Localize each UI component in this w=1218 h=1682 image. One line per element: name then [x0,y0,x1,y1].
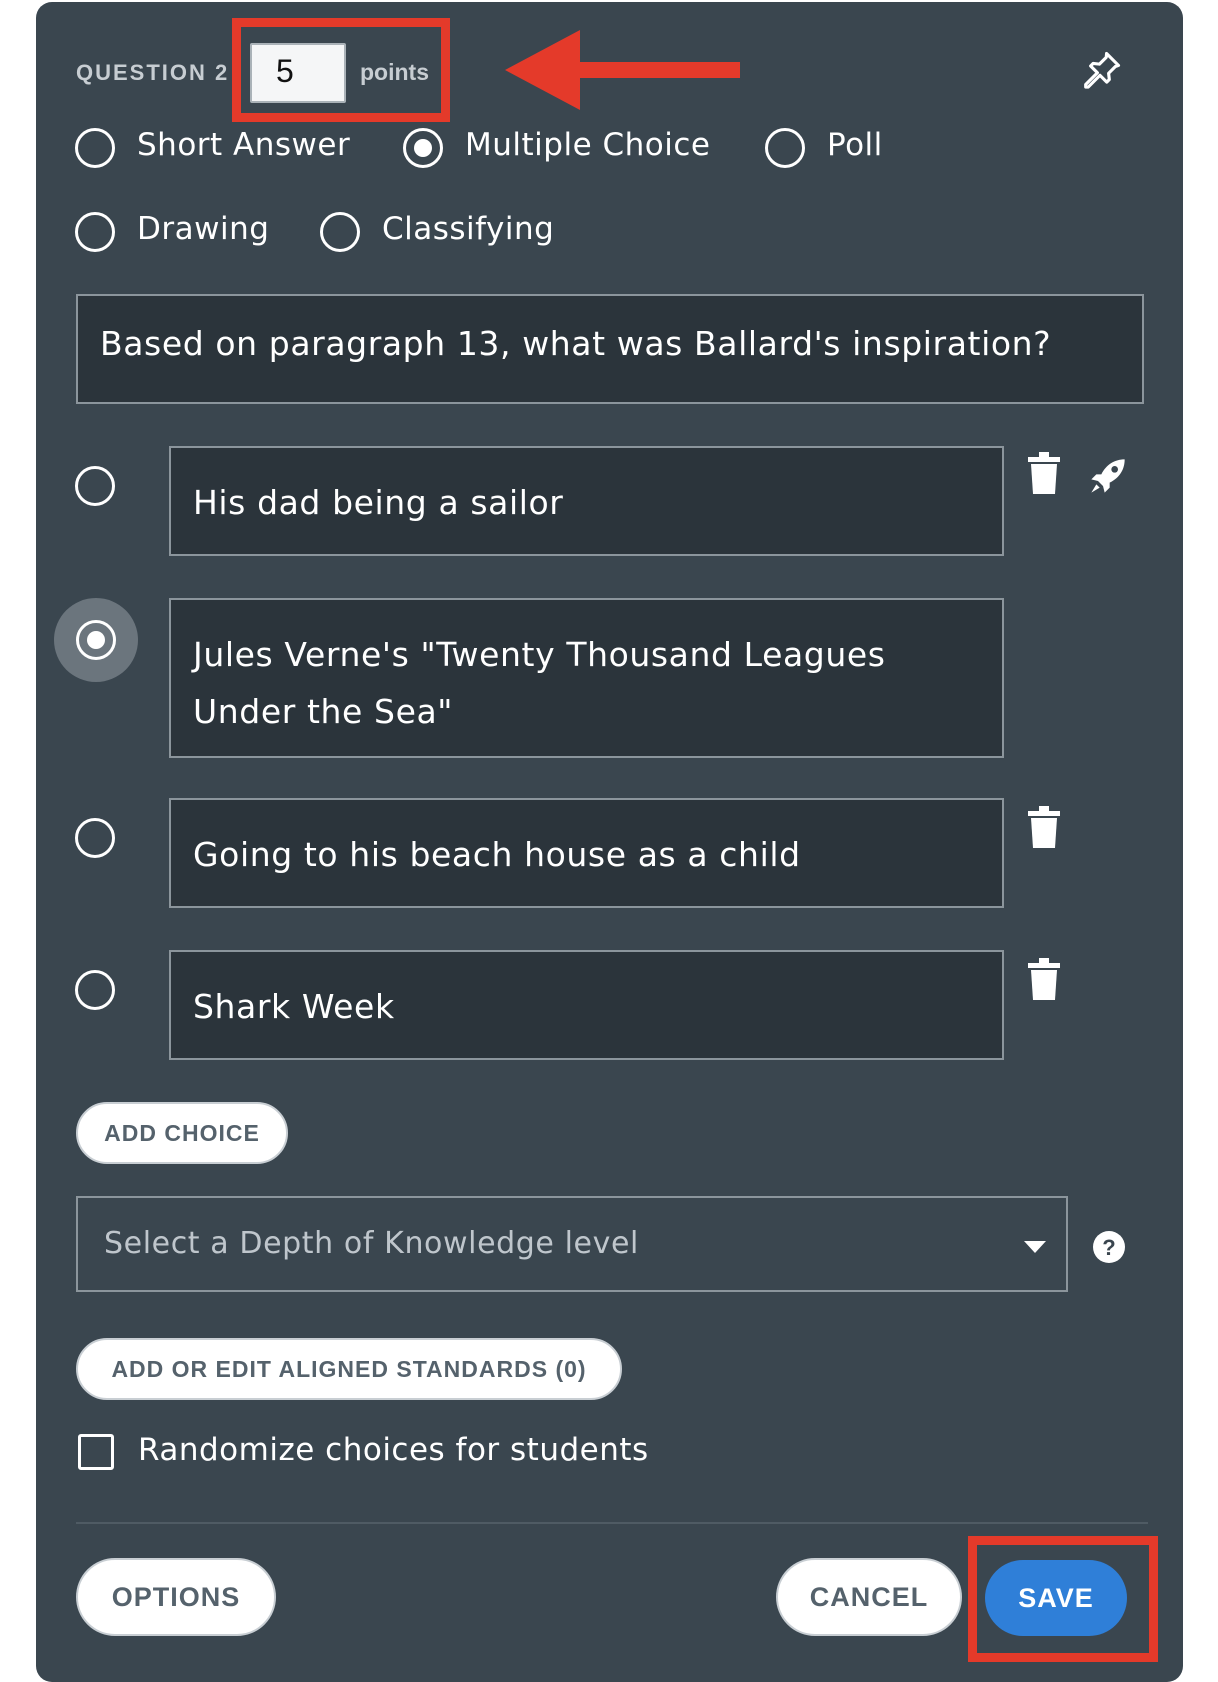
question-circle-icon[interactable]: ? [1092,1230,1126,1268]
footer-divider [76,1522,1148,1524]
choice-field[interactable]: His dad being a sailor [169,446,1004,556]
choice-field[interactable]: Going to his beach house as a child [169,798,1004,908]
type-label: Classifying [382,211,555,247]
options-button[interactable]: OPTIONS [76,1558,276,1636]
randomize-label: Randomize choices for students [138,1432,649,1468]
choice-field[interactable]: Jules Verne's "Twenty Thousand Leagues U… [169,598,1004,758]
type-radio-selected[interactable] [403,128,443,168]
choice-correct-radio[interactable] [75,818,115,858]
question-label: QUESTION 2 [76,60,230,85]
type-label: Drawing [137,211,270,247]
choice-field[interactable]: Shark Week [169,950,1004,1060]
trash-icon[interactable] [1027,958,1061,1004]
points-highlight-box [232,18,450,122]
pushpin-icon[interactable] [1080,48,1124,96]
trash-icon[interactable] [1027,452,1061,498]
type-label: Short Answer [137,127,351,163]
randomize-checkbox[interactable] [78,1434,114,1470]
svg-text:?: ? [1102,1235,1115,1260]
type-label: Poll [827,127,883,163]
type-radio[interactable] [75,212,115,252]
question-prompt-field[interactable]: Based on paragraph 13, what was Ballard'… [76,294,1144,404]
choice-correct-radio[interactable] [75,970,115,1010]
aligned-standards-button[interactable]: ADD OR EDIT ALIGNED STANDARDS (0) [76,1338,622,1400]
type-label: Multiple Choice [465,127,711,163]
rocket-icon[interactable] [1088,456,1128,500]
dok-select[interactable]: Select a Depth of Knowledge level [76,1196,1068,1292]
type-radio[interactable] [320,212,360,252]
save-highlight-box [968,1536,1158,1662]
chevron-down-icon [1024,1238,1046,1257]
trash-icon[interactable] [1027,806,1061,852]
choice-correct-radio-selected[interactable] [76,620,116,660]
add-choice-button[interactable]: ADD CHOICE [76,1102,288,1164]
dok-placeholder: Select a Depth of Knowledge level [104,1226,639,1261]
cancel-button[interactable]: CANCEL [776,1558,962,1636]
choice-correct-radio[interactable] [75,466,115,506]
type-radio[interactable] [75,128,115,168]
red-arrow-annotation [505,30,740,110]
type-radio[interactable] [765,128,805,168]
